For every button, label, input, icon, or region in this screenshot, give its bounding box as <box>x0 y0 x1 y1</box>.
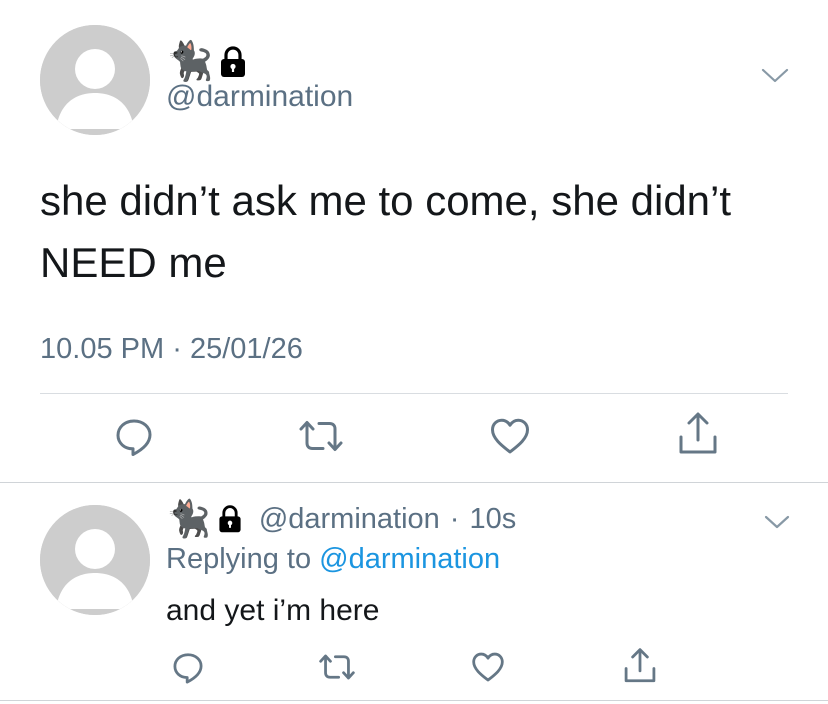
divider <box>40 393 788 394</box>
author-avatar[interactable] <box>40 25 150 135</box>
tweet-time: 10.05 PM <box>40 333 165 365</box>
author-handle[interactable]: @darmination <box>166 80 353 114</box>
heart-icon[interactable] <box>470 649 506 685</box>
reply-header: 🐈‍⬛ @darmination · 10s <box>166 498 516 540</box>
chevron-down-icon[interactable] <box>762 512 792 532</box>
author-display-name[interactable]: 🐈‍⬛ <box>166 43 213 81</box>
default-avatar-icon <box>40 505 150 615</box>
reply-author-avatar[interactable] <box>40 505 150 615</box>
tweet-timestamp[interactable]: 10.05 PM · 25/01/26 <box>40 333 303 366</box>
default-avatar-icon <box>40 25 150 135</box>
thread-separator <box>0 482 828 483</box>
reply-icon[interactable] <box>170 649 206 685</box>
chevron-down-icon[interactable] <box>758 64 792 86</box>
reply-author-handle[interactable]: @darmination <box>259 503 440 536</box>
replying-to: Replying to @darmination <box>166 543 500 576</box>
replying-to-mention[interactable]: @darmination <box>319 543 500 575</box>
heart-icon[interactable] <box>488 414 532 458</box>
reply-author-display-name[interactable]: 🐈‍⬛ <box>166 501 211 537</box>
replying-to-label: Replying to <box>166 543 312 575</box>
retweet-icon[interactable] <box>296 414 346 458</box>
lock-icon <box>219 505 241 533</box>
meta-separator: · <box>449 502 460 535</box>
reply-timestamp[interactable]: 10s <box>469 503 516 536</box>
retweet-icon[interactable] <box>316 649 358 685</box>
author-name-row: 🐈‍⬛ <box>166 38 247 86</box>
share-icon[interactable] <box>676 410 720 458</box>
bottom-separator <box>0 700 828 701</box>
reply-icon[interactable] <box>112 414 156 458</box>
tweet-date: 25/01/26 <box>189 333 303 365</box>
share-icon[interactable] <box>622 645 658 687</box>
reply-text: and yet i’m here <box>166 594 380 627</box>
meta-separator: · <box>172 333 182 365</box>
tweet-text: she didn’t ask me to come, she didn’t NE… <box>40 177 732 286</box>
lock-icon <box>221 46 246 77</box>
